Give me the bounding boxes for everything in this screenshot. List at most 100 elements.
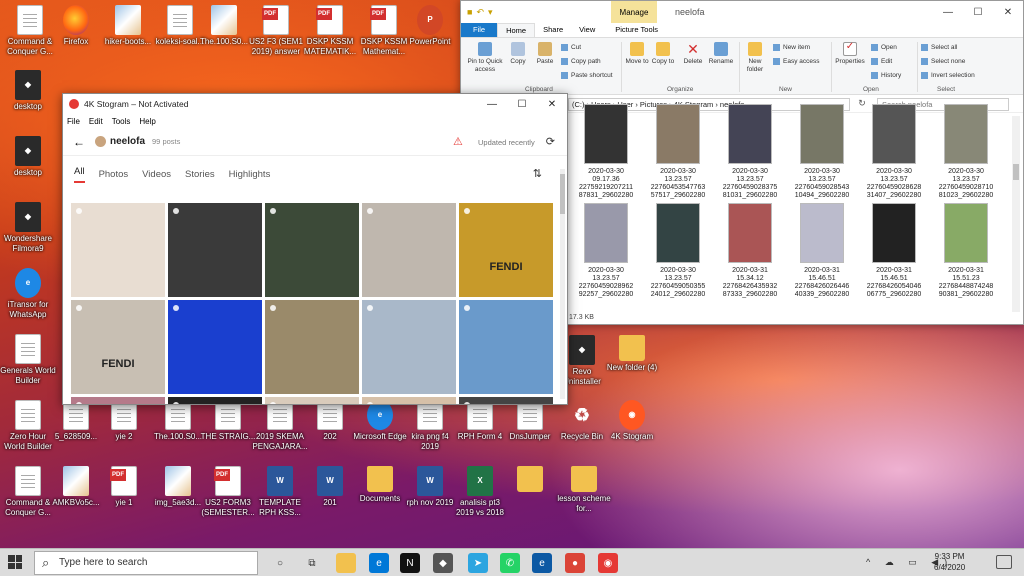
menu-file[interactable]: File	[67, 117, 80, 126]
desktop-icon[interactable]: 202	[302, 400, 358, 442]
taskbar-search-input[interactable]: Type here to search	[34, 551, 258, 575]
desktop-icon[interactable]: ◆ desktop	[0, 136, 56, 178]
windows-start-icon[interactable]	[8, 555, 22, 569]
tab-videos[interactable]: Videos	[142, 169, 171, 180]
quick-access-toolbar[interactable]: ■ ↶ ▾	[461, 7, 493, 18]
media-thumbnail[interactable]	[362, 300, 456, 394]
stogram-titlebar[interactable]: 4K Stogram – Not Activated — ☐ ✕	[63, 94, 567, 114]
desktop-icon[interactable]: Generals World Builder	[0, 334, 56, 386]
media-thumbnail[interactable]	[362, 203, 456, 297]
desktop-icon[interactable]: The.100.S0...	[150, 400, 206, 442]
paste-shortcut-button[interactable]: Paste shortcut	[561, 72, 613, 79]
chevron-down-icon[interactable]: ▾	[488, 7, 493, 18]
select-checkbox[interactable]	[76, 208, 82, 214]
select-all-button[interactable]: Select all	[921, 44, 957, 51]
minimize-icon[interactable]: —	[933, 1, 963, 23]
select-checkbox[interactable]	[173, 305, 179, 311]
edit-button[interactable]: Edit	[871, 58, 892, 65]
file-item[interactable]: 2020-03-30 13.23.57 22760459050355 24012_29…	[643, 203, 713, 299]
taskbar-netflix-icon[interactable]: N	[400, 553, 420, 573]
media-thumbnail[interactable]: FENDI	[459, 203, 553, 297]
desktop-icon[interactable]: US2 FORM3 (SEMESTER...	[200, 466, 256, 518]
back-arrow-icon[interactable]: ←	[73, 135, 85, 149]
copy-to-button[interactable]: Copy to	[651, 42, 675, 66]
desktop-icon[interactable]: DSKP KSSM MATEMATIK...	[302, 5, 358, 57]
history-button[interactable]: History	[871, 72, 901, 79]
media-thumbnail[interactable]: FENDI	[71, 300, 165, 394]
desktop-icon[interactable]: e iTransor for WhatsApp	[0, 268, 56, 320]
open-button[interactable]: Open	[871, 44, 897, 51]
rename-button[interactable]: Rename	[707, 42, 735, 66]
desktop-icon[interactable]: ◆ desktop	[0, 70, 56, 112]
desktop-icon[interactable]: THE STRAIG...	[200, 400, 256, 442]
cut-button[interactable]: Cut	[561, 44, 581, 51]
select-checkbox[interactable]	[173, 208, 179, 214]
close-icon[interactable]: ✕	[993, 1, 1023, 23]
taskbar-telegram-icon[interactable]: ➤	[468, 553, 488, 573]
desktop-icon[interactable]: The.100.S0...	[196, 5, 252, 47]
tab-view[interactable]: View	[571, 23, 603, 37]
new-item-button[interactable]: New item	[773, 44, 810, 51]
taskbar-file-explorer-icon[interactable]	[336, 553, 356, 573]
select-checkbox[interactable]	[76, 305, 82, 311]
clock[interactable]: 9:33 PM 6/4/2020	[934, 551, 965, 573]
file-item[interactable]: 2020-03-31 15.46.51 22768426026446 40339_29…	[787, 203, 857, 299]
pin-quick-access-button[interactable]: Pin to Quick access	[465, 42, 505, 74]
desktop-icon[interactable]: Firefox	[48, 5, 104, 47]
move-to-button[interactable]: Move to	[625, 42, 649, 66]
taskbar-edge-icon[interactable]: e	[532, 553, 552, 573]
select-checkbox[interactable]	[270, 305, 276, 311]
taskbar-stogram-icon[interactable]: ◉	[598, 553, 618, 573]
desktop-icon[interactable]: Documents	[352, 466, 408, 504]
tab-all[interactable]: All	[74, 166, 85, 183]
file-item[interactable]: 2020-03-30 13.23.57 22760459028962 92257_29…	[571, 203, 641, 299]
taskbar-edge-legacy-icon[interactable]: e	[369, 553, 389, 573]
file-item[interactable]: 2020-03-30 13.23.57 22760459028375 81031_29…	[715, 104, 785, 200]
desktop-icon[interactable]: P PowerPoint	[402, 5, 458, 47]
desktop-icon[interactable]: hiker-boots...	[100, 5, 156, 47]
menu-edit[interactable]: Edit	[89, 117, 103, 126]
select-checkbox[interactable]	[367, 305, 373, 311]
desktop-icon[interactable]: Xanalisis pt3 2019 vs 2018	[452, 466, 508, 518]
new-folder-button[interactable]: New folder	[743, 42, 767, 74]
desktop-icon[interactable]: kira png f4 2019	[402, 400, 458, 452]
invert-selection-button[interactable]: Invert selection	[921, 72, 975, 79]
media-thumbnail[interactable]	[265, 203, 359, 297]
select-checkbox[interactable]	[76, 402, 82, 404]
desktop-icon[interactable]: US2 F3 (SEM1 2019) answer	[248, 5, 304, 57]
notification-icon[interactable]	[996, 555, 1012, 569]
desktop-icon[interactable]: lesson scheme for...	[556, 466, 612, 514]
close-icon[interactable]: ✕	[537, 94, 567, 114]
desktop-icon[interactable]: New folder (4)	[604, 335, 660, 373]
taskbar-whatsapp-icon[interactable]: ✆	[500, 553, 520, 573]
desktop-icon[interactable]: 2019 SKEMA PENGAJARA...	[252, 400, 308, 452]
file-item[interactable]: 2020-03-31 15.51.23 22768448874248 90381_29…	[931, 203, 1001, 299]
maximize-icon[interactable]: ☐	[963, 1, 993, 23]
tab-picture-tools[interactable]: Picture Tools	[607, 23, 666, 37]
refresh-icon[interactable]: ⟳	[546, 135, 555, 148]
copy-path-button[interactable]: Copy path	[561, 58, 601, 65]
desktop-icon[interactable]: ◉ 4K Stogram	[604, 400, 660, 442]
explorer-titlebar[interactable]: ■ ↶ ▾ Manage neelofa — ☐ ✕	[461, 1, 1023, 23]
select-checkbox[interactable]	[464, 402, 470, 404]
media-thumbnail[interactable]	[168, 397, 262, 404]
copy-button[interactable]: Copy	[507, 42, 529, 66]
paste-button[interactable]: Paste	[533, 42, 557, 66]
taskbar-chrome-icon[interactable]: ●	[565, 553, 585, 573]
easy-access-button[interactable]: Easy access	[773, 58, 820, 65]
media-thumbnail[interactable]	[265, 397, 359, 404]
desktop-icon[interactable]: ♻ Recycle Bin	[554, 400, 610, 442]
select-checkbox[interactable]	[464, 305, 470, 311]
minimize-icon[interactable]: —	[477, 94, 507, 114]
media-thumbnail[interactable]	[71, 397, 165, 404]
desktop-icon[interactable]: DnsJumper	[502, 400, 558, 442]
select-checkbox[interactable]	[270, 402, 276, 404]
desktop-icon[interactable]: yie 1	[96, 466, 152, 508]
desktop-icon[interactable]: W TEMPLATE RPH KSS...	[252, 466, 308, 518]
file-item[interactable]: 2020-03-31 15.34.12 22768426435932 87333_29…	[715, 203, 785, 299]
select-checkbox[interactable]	[367, 402, 373, 404]
file-item[interactable]: 2020-03-30 13.23.57 22760459028710 81023_29…	[931, 104, 1001, 200]
select-checkbox[interactable]	[173, 402, 179, 404]
manage-tab[interactable]: Manage	[611, 1, 657, 23]
menu-tools[interactable]: Tools	[112, 117, 131, 126]
